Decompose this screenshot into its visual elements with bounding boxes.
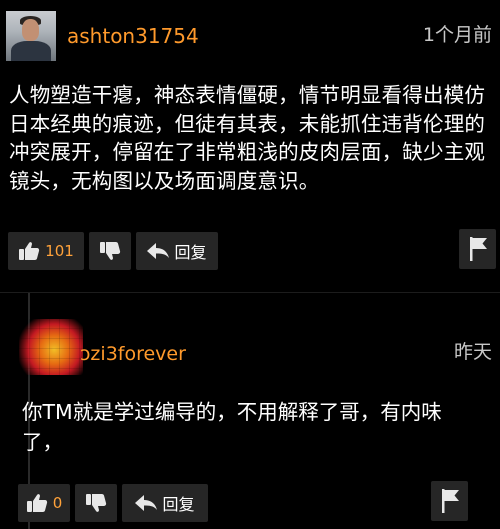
dislike-button[interactable]: [75, 484, 117, 522]
like-button[interactable]: 101: [8, 232, 84, 270]
reply-label: 回复: [162, 495, 195, 514]
dislike-button[interactable]: [89, 232, 131, 270]
reply-time: 昨天: [453, 341, 492, 363]
like-count: 0: [52, 494, 63, 512]
avatar[interactable]: [19, 319, 83, 375]
flag-button[interactable]: [459, 229, 496, 269]
comment-text: 人物塑造干瘪，神态表情僵硬，情节明显看得出模仿日本经典的痕迹，但徒有其表，未能抓…: [9, 83, 486, 193]
thumbs-down-icon: [86, 494, 107, 512]
flag-icon: [441, 489, 459, 513]
thumbs-down-icon: [100, 242, 121, 260]
reply-button[interactable]: 回复: [136, 232, 218, 270]
flag-button[interactable]: [431, 481, 468, 521]
reply-text: 你TM就是学过编导的，不用解释了哥，有内味了，: [22, 400, 442, 454]
reply-label: 回复: [174, 243, 207, 262]
reply-arrow-icon: [147, 243, 170, 259]
avatar[interactable]: [6, 11, 56, 61]
thumbs-up-icon: [26, 494, 47, 512]
like-button[interactable]: 0: [18, 484, 70, 522]
reply-section: ɔzi3forever 昨天 你TM就是学过编导的，不用解释了哥，有内味了， 0…: [0, 293, 500, 529]
like-count: 101: [45, 242, 74, 260]
flag-icon: [469, 237, 487, 261]
reply-arrow-icon: [135, 495, 158, 511]
reply-button[interactable]: 回复: [122, 484, 208, 522]
thumbs-up-icon: [19, 242, 40, 260]
comment-card: ashton31754 1个月前 人物塑造干瘪，神态表情僵硬，情节明显看得出模仿…: [0, 0, 500, 292]
comment-username[interactable]: ashton31754: [67, 24, 199, 48]
comment-time: 1个月前: [422, 24, 492, 46]
reply-username[interactable]: ɔzi3forever: [80, 343, 186, 365]
